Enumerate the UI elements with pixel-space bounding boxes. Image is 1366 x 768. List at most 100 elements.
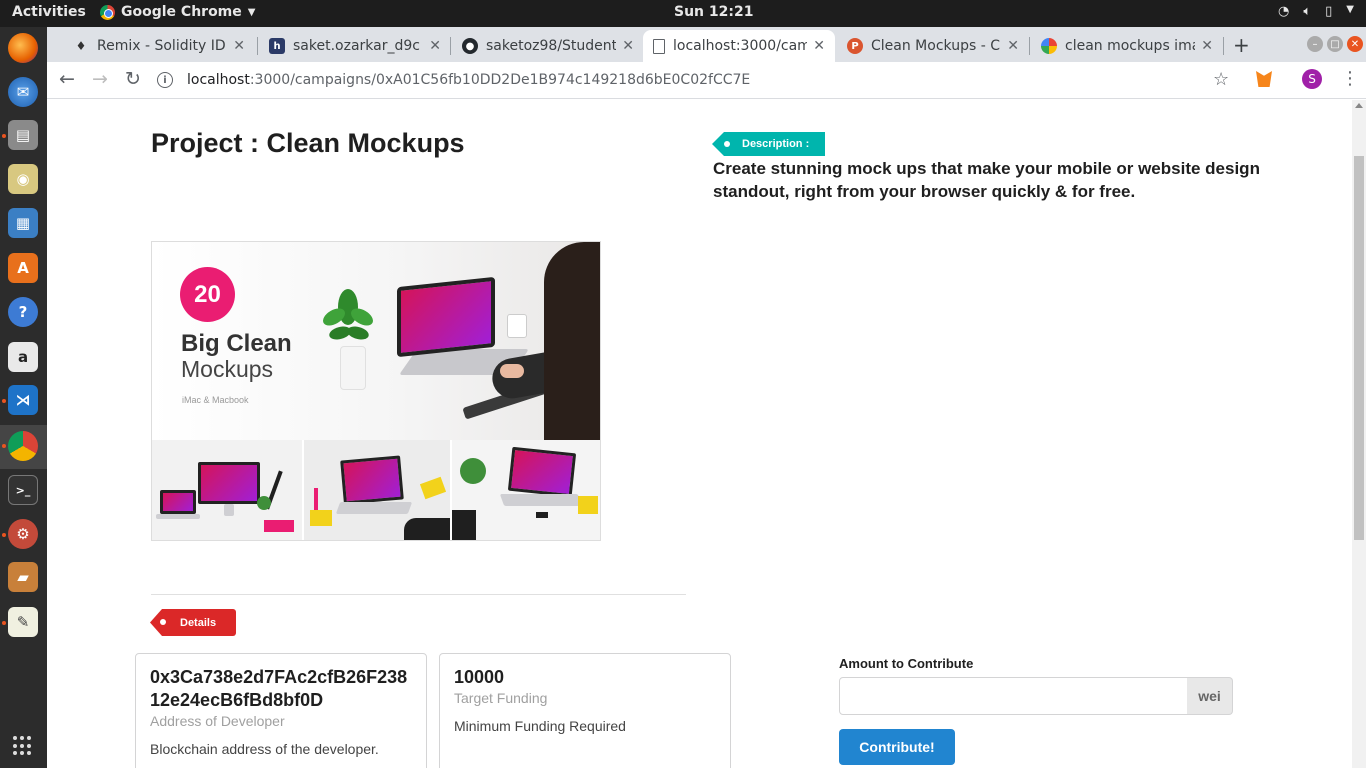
running-indicator — [2, 444, 6, 448]
text-editor-icon[interactable]: ✎ — [8, 607, 38, 637]
back-icon[interactable]: ← — [59, 68, 75, 90]
tab-separator — [1223, 37, 1224, 55]
image-headline-2: Mockups — [181, 356, 274, 382]
image-caption: iMac & Macbook — [182, 395, 249, 405]
scrollbar-thumb[interactable] — [1354, 156, 1364, 540]
laptop-screen — [397, 276, 495, 358]
close-window-icon[interactable]: ✕ — [1347, 36, 1363, 52]
page-content: Project : Clean Mockups Description : Cr… — [47, 100, 1352, 768]
vscode-icon[interactable]: ⋊ — [8, 385, 38, 415]
running-indicator — [2, 134, 6, 138]
thumbnail-laptop-hands — [302, 440, 450, 540]
app-menu-label: Google Chrome — [121, 4, 242, 20]
wifi-icon: ◔ — [1277, 4, 1290, 19]
profile-avatar[interactable]: S — [1302, 69, 1322, 89]
battery-icon: ▯ — [1325, 4, 1333, 19]
close-icon[interactable]: ✕ — [1007, 38, 1019, 54]
menu-icon[interactable]: ⋮ — [1341, 68, 1359, 89]
bookmark-star-icon[interactable]: ☆ — [1213, 69, 1229, 90]
thunderbird-icon[interactable]: ✉ — [8, 77, 38, 107]
plant-illustration — [323, 289, 373, 340]
count-badge: 20 — [180, 267, 235, 322]
package-icon[interactable]: ▰ — [8, 562, 38, 592]
tab-title: Remix - Solidity IDE — [97, 38, 228, 54]
person-hair — [544, 242, 600, 440]
minimize-icon[interactable]: – — [1307, 36, 1323, 52]
plant-pot — [340, 346, 366, 390]
close-icon[interactable]: ✕ — [813, 38, 825, 54]
target-funding-value: 10000 — [454, 667, 505, 687]
software-center-icon[interactable]: A — [8, 253, 38, 283]
amazon-icon[interactable]: a — [8, 342, 38, 372]
caret-down-icon: ▼ — [247, 6, 256, 18]
scroll-up-arrow-icon[interactable] — [1355, 103, 1363, 108]
google-icon — [1041, 38, 1057, 54]
card-description: Minimum Funding Required — [454, 718, 626, 734]
url-host: localhost — [187, 72, 250, 88]
close-icon[interactable]: ✕ — [622, 38, 634, 54]
maximize-icon[interactable]: □ — [1327, 36, 1343, 52]
forward-icon[interactable]: → — [92, 68, 108, 90]
browser-toolbar: ← → ↻ i localhost:3000/campaigns/0xA01C5… — [47, 62, 1366, 99]
running-indicator — [2, 399, 6, 403]
tab-hackerrank[interactable]: h saket.ozarkar_d9c ✕ — [259, 30, 451, 62]
image-headline: Big Clean — [181, 330, 292, 357]
person-hand — [500, 364, 524, 378]
address-bar[interactable]: i localhost:3000/campaigns/0xA01C56fb10D… — [157, 65, 1257, 95]
volume-icon: 🔈︎ — [1303, 4, 1312, 19]
tab-strip: ♦ Remix - Solidity IDE ✕ h saket.ozarkar… — [47, 27, 1366, 62]
firefox-icon[interactable] — [8, 33, 38, 63]
running-indicator — [2, 533, 6, 537]
tab-github[interactable]: ● saketoz98/Student ✕ — [452, 30, 644, 62]
help-icon[interactable]: ? — [8, 297, 38, 327]
show-applications-icon[interactable] — [13, 736, 33, 756]
contribute-button[interactable]: Contribute! — [839, 729, 955, 765]
clock[interactable]: Sun 12:21 — [674, 4, 753, 20]
project-image: 20 Big Clean Mockups iMac & Macbook — [151, 241, 601, 541]
caret-down-icon: ▼ — [1346, 4, 1354, 15]
chrome-dock-icon[interactable] — [8, 431, 38, 461]
terminal-icon[interactable]: >_ — [8, 475, 38, 505]
rhythmbox-icon[interactable]: ◉ — [8, 164, 38, 194]
tab-separator — [257, 37, 258, 55]
card-meta: Address of Developer — [150, 713, 285, 729]
developer-address: 0x3Ca738e2d7FAc2cfB26F23812e24ecB6fBd8bf… — [150, 667, 408, 710]
dock: ✉ ▤ ◉ ▦ A ? a ⋊ >_ ⚙ ▰ ✎ — [0, 27, 47, 768]
tab-remix[interactable]: ♦ Remix - Solidity IDE ✕ — [63, 30, 255, 62]
tab-localhost[interactable]: localhost:3000/cam ✕ — [643, 30, 835, 62]
tab-separator — [1029, 37, 1030, 55]
amount-input[interactable] — [839, 677, 1188, 715]
page-title: Project : Clean Mockups — [151, 128, 465, 158]
page-scrollbar[interactable] — [1352, 100, 1366, 768]
activities-button[interactable]: Activities — [12, 4, 86, 20]
new-tab-icon[interactable]: + — [1233, 33, 1250, 57]
info-icon[interactable]: i — [157, 72, 173, 88]
tab-google[interactable]: clean mockups ima ✕ — [1031, 30, 1223, 62]
tab-title: localhost:3000/cam — [673, 38, 808, 54]
thumbnail-macbook — [450, 440, 600, 540]
unit-label: wei — [1187, 677, 1233, 715]
system-top-bar: Activities Google Chrome ▼ Sun 12:21 ◔ 🔈… — [0, 0, 1366, 27]
close-icon[interactable]: ✕ — [1201, 38, 1213, 54]
metamask-icon[interactable] — [1256, 71, 1272, 87]
close-icon[interactable]: ✕ — [429, 38, 441, 54]
reload-icon[interactable]: ↻ — [125, 68, 141, 90]
page-icon — [653, 38, 665, 54]
tab-title: saketoz98/Student — [486, 38, 617, 54]
target-funding-card: 10000 Target Funding Minimum Funding Req… — [439, 653, 731, 768]
settings-icon[interactable]: ⚙ — [8, 519, 38, 549]
details-label: Details — [150, 609, 237, 636]
files-icon[interactable]: ▤ — [8, 120, 38, 150]
project-description: Create stunning mock ups that make your … — [713, 159, 1260, 201]
tab-title: clean mockups ima — [1065, 38, 1196, 54]
close-icon[interactable]: ✕ — [233, 38, 245, 54]
running-indicator — [2, 621, 6, 625]
system-tray[interactable]: ◔ 🔈︎ ▯ ▼ — [1278, 4, 1354, 19]
app-menu[interactable]: Google Chrome ▼ — [100, 4, 255, 20]
tab-clean-mockups[interactable]: P Clean Mockups - Cr ✕ — [837, 30, 1029, 62]
mockup-thumbnails — [152, 440, 600, 540]
chrome-icon — [100, 4, 115, 20]
writer-icon[interactable]: ▦ — [8, 208, 38, 238]
tab-separator — [450, 37, 451, 55]
coffee-cup — [507, 314, 527, 338]
